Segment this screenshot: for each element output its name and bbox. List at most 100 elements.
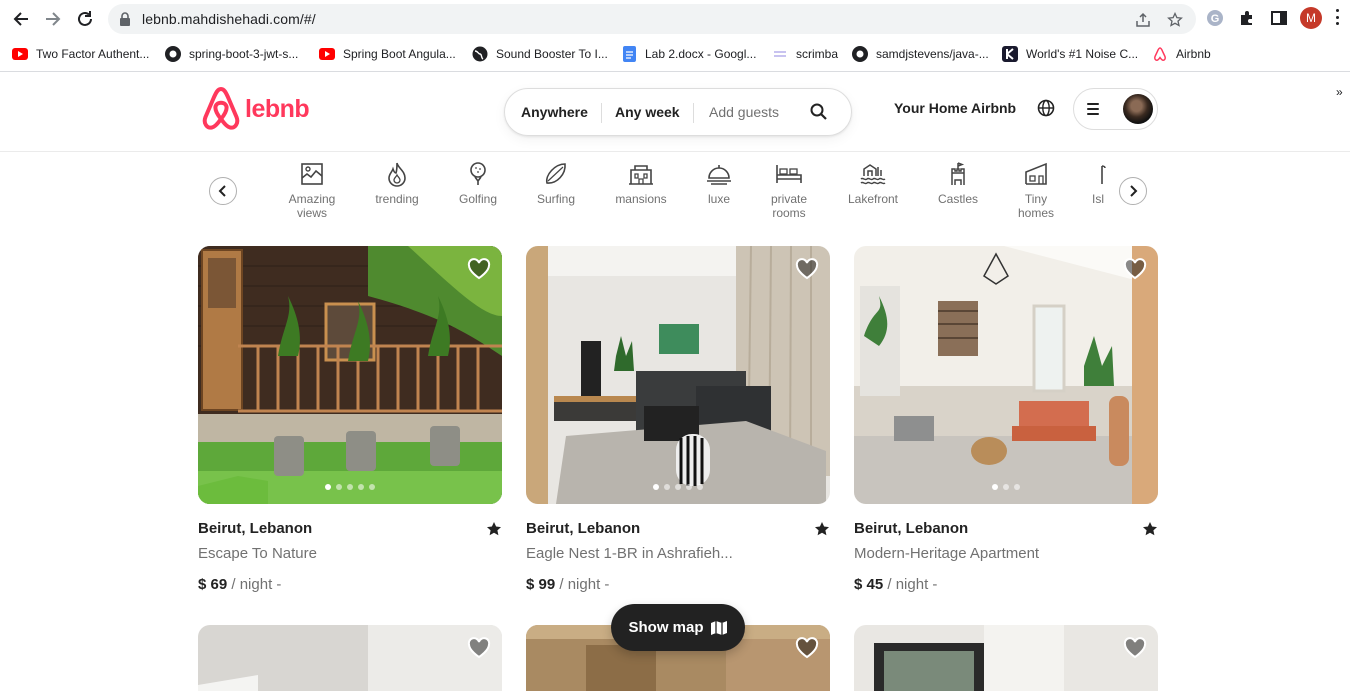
category-tiny-homes[interactable]: Tiny homes (996, 160, 1076, 220)
show-map-label: Show map (628, 619, 704, 636)
star-icon (1143, 522, 1157, 536)
listing-photo[interactable] (854, 625, 1158, 691)
browser-toolbar: lebnb.mahdishehadi.com/#/ G M Two Factor… (0, 0, 1350, 99)
category-label: Golfing (458, 192, 498, 206)
category-castles[interactable]: Castles (918, 160, 998, 206)
bookmark-item[interactable]: Two Factor Authent... (12, 45, 149, 63)
listing-price: $ 69 / night - (198, 576, 281, 593)
star-icon (487, 522, 501, 536)
chrome-menu-icon[interactable] (1336, 9, 1340, 25)
castle-icon (951, 162, 965, 185)
price-amount: $ 45 (854, 576, 884, 593)
github-icon (165, 46, 181, 62)
category-private-rooms[interactable]: private rooms (749, 160, 829, 220)
bookmark-star-icon[interactable] (1167, 12, 1183, 28)
side-panel-icon[interactable] (1269, 8, 1289, 28)
island-icon (1101, 165, 1106, 184)
bookmark-item[interactable]: Airbnb (1152, 45, 1211, 63)
bookmark-label: spring-boot-3-jwt-s... (189, 47, 299, 61)
category-golfing[interactable]: Golfing (438, 160, 518, 206)
heart-icon[interactable] (1123, 258, 1147, 280)
globe-icon[interactable] (1037, 99, 1055, 117)
price-suffix: / night - (555, 576, 610, 593)
site-header: lebnb Anywhere Any week Add guests Your … (0, 72, 1350, 152)
listing-price: $ 99 / night - (526, 576, 609, 593)
forward-icon[interactable] (40, 6, 66, 32)
listing-title: Modern-Heritage Apartment (854, 545, 1040, 562)
price-amount: $ 99 (526, 576, 556, 593)
category-label: Tiny homes (1017, 192, 1055, 220)
category-label: Amazing views (288, 192, 336, 220)
category-mansions[interactable]: mansions (601, 160, 681, 206)
search-add-guests[interactable]: Add guests (709, 104, 779, 120)
category-amazing-views[interactable]: Amazing views (272, 160, 352, 220)
bookmark-label: World's #1 Noise C... (1026, 47, 1139, 61)
listing-photo[interactable] (854, 246, 1158, 504)
bookmark-item[interactable]: scrimba (772, 45, 838, 63)
scrimba-icon (772, 46, 788, 62)
bookmark-label: Sound Booster To I... (496, 47, 608, 61)
search-any-week[interactable]: Any week (615, 104, 680, 120)
categories-next-button[interactable] (1119, 177, 1147, 205)
listing-location: Beirut, Lebanon (198, 520, 313, 537)
bookmark-item[interactable]: Sound Booster To I... (472, 45, 608, 63)
extensions-puzzle-icon[interactable] (1237, 8, 1257, 28)
grammarly-icon[interactable]: G (1205, 8, 1225, 28)
price-suffix: / night - (883, 576, 938, 593)
category-trending[interactable]: trending (357, 160, 437, 206)
category-label: mansions (615, 192, 667, 206)
category-islands[interactable]: Isl (1092, 160, 1112, 206)
bookmark-item[interactable]: Spring Boot Angula... (319, 45, 456, 63)
apartment-photo (854, 246, 1158, 504)
bookmark-label: samdjstevens/java-... (876, 47, 989, 61)
heart-icon[interactable] (1123, 637, 1147, 659)
categories-prev-button[interactable] (209, 177, 237, 205)
search-anywhere[interactable]: Anywhere (521, 104, 588, 120)
reload-icon[interactable] (72, 6, 98, 32)
listing-photo[interactable] (526, 246, 830, 504)
mansion-icon (629, 165, 653, 185)
bookmark-item[interactable]: spring-boot-3-jwt-s... (165, 45, 298, 63)
heart-icon[interactable] (795, 637, 819, 659)
divider (601, 103, 602, 123)
listing-title: Escape To Nature (198, 545, 317, 562)
bookmarks-bar: Two Factor Authent... spring-boot-3-jwt-… (0, 40, 1350, 99)
back-icon[interactable] (8, 6, 34, 32)
bookmark-item[interactable]: samdjstevens/java-... (852, 45, 989, 63)
site-logo[interactable]: lebnb (199, 85, 310, 133)
host-link[interactable]: Your Home Airbnb (894, 100, 1016, 116)
listing-photo[interactable] (198, 246, 502, 504)
category-surfing[interactable]: Surfing (516, 160, 596, 206)
address-bar[interactable]: lebnb.mahdishehadi.com/#/ (108, 4, 1196, 34)
listing-photo[interactable] (198, 625, 502, 691)
listing-title: Eagle Nest 1-BR in Ashrafieh... (526, 545, 733, 562)
lock-icon (120, 12, 130, 26)
search-icon[interactable] (809, 102, 829, 122)
category-lakefront[interactable]: Lakefront (833, 160, 913, 206)
user-menu-button[interactable] (1073, 88, 1158, 130)
bookmark-label: Airbnb (1176, 47, 1211, 61)
heart-icon[interactable] (467, 258, 491, 280)
heart-icon[interactable] (467, 637, 491, 659)
category-label: Surfing (536, 192, 576, 206)
globe-icon (472, 46, 488, 62)
amazing-views-icon (301, 163, 323, 185)
bookmark-item[interactable]: World's #1 Noise C... (1002, 45, 1138, 63)
cabin-photo (198, 246, 502, 504)
bookmark-item[interactable]: Lab 2.docx - Googl... (621, 45, 756, 63)
heart-icon[interactable] (795, 258, 819, 280)
category-luxe[interactable]: luxe (679, 160, 759, 206)
room-photo (198, 625, 502, 691)
show-map-button[interactable]: Show map (611, 604, 745, 651)
youtube-icon (319, 46, 335, 62)
lakefront-icon (860, 164, 886, 185)
listing-location: Beirut, Lebanon (526, 520, 641, 537)
divider (693, 103, 694, 123)
category-label: Castles (937, 192, 978, 206)
golf-icon (470, 162, 486, 185)
price-suffix: / night - (227, 576, 282, 593)
bookmark-label: Two Factor Authent... (36, 47, 150, 61)
search-bar[interactable]: Anywhere Any week Add guests (504, 88, 852, 136)
share-icon[interactable] (1135, 12, 1151, 28)
profile-avatar[interactable]: M (1300, 7, 1322, 29)
